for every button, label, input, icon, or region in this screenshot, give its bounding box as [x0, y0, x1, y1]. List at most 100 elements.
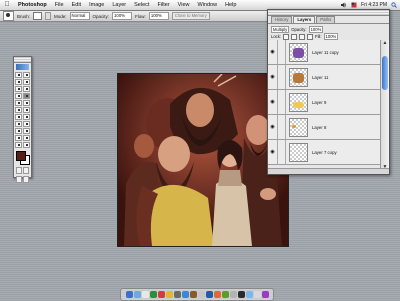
dock-app-icon[interactable] [213, 291, 221, 298]
lock-position-icon[interactable] [299, 33, 306, 40]
link-slot[interactable] [278, 115, 286, 139]
layer-row[interactable]: ◉ Layer 11 copy [268, 40, 382, 65]
brush-preset-swatch[interactable] [33, 12, 43, 20]
foreground-color-swatch[interactable] [16, 151, 26, 161]
blend-mode-select[interactable]: Multiply [271, 26, 290, 33]
healing-brush-tool-icon[interactable] [15, 93, 22, 99]
dock-app-icon[interactable] [165, 291, 173, 298]
menu-app[interactable]: Photoshop [14, 0, 51, 10]
marquee-tool-icon[interactable] [15, 72, 22, 78]
dock-app-icon[interactable] [245, 291, 253, 298]
jump-to-imageready-icon[interactable] [23, 176, 29, 183]
opacity-field[interactable]: 100% [112, 12, 133, 20]
tab-paths[interactable]: Paths [316, 16, 336, 23]
layer-row[interactable]: ◉ Layer 9 [268, 90, 382, 115]
type-tool-icon[interactable] [23, 121, 30, 127]
layer-name[interactable]: Layer 9 [312, 100, 326, 105]
menu-view[interactable]: View [174, 0, 194, 10]
visibility-eye-icon[interactable]: ◉ [268, 90, 278, 114]
lock-all-icon[interactable] [307, 33, 314, 40]
screen-mode-icon[interactable] [16, 176, 22, 183]
scroll-up-icon[interactable]: ▲ [382, 40, 388, 46]
fill-field[interactable]: 100% [323, 33, 339, 40]
adobe-online-icon[interactable] [16, 64, 29, 70]
dodge-tool-icon[interactable] [23, 114, 30, 120]
lasso-tool-icon[interactable] [15, 79, 22, 85]
dock-app-icon[interactable] [173, 291, 181, 298]
dock-app-icon[interactable] [181, 291, 189, 298]
layer-name[interactable]: Layer 11 copy [312, 50, 339, 55]
menu-filter[interactable]: Filter [153, 0, 173, 10]
dock-app-icon[interactable] [253, 291, 261, 298]
menu-help[interactable]: Help [221, 0, 240, 10]
eraser-tool-icon[interactable] [15, 107, 22, 113]
dock-app-icon[interactable] [125, 291, 133, 298]
brush-dropdown[interactable] [45, 12, 52, 20]
flag-icon[interactable] [351, 2, 357, 8]
scrollbar-thumb[interactable] [382, 56, 388, 90]
path-selection-tool-icon[interactable] [15, 121, 22, 127]
dock-app-icon[interactable] [229, 291, 237, 298]
history-brush-tool-icon[interactable] [23, 100, 30, 106]
lock-transparency-icon[interactable] [283, 33, 290, 40]
standard-mode-icon[interactable] [16, 167, 22, 174]
gradient-tool-icon[interactable] [23, 107, 30, 113]
tool-preset-picker[interactable] [3, 11, 14, 21]
menu-image[interactable]: Image [85, 0, 108, 10]
eyedropper-tool-icon[interactable] [23, 135, 30, 141]
dock-app-icon[interactable] [189, 291, 197, 298]
volume-icon[interactable] [341, 2, 347, 8]
apple-menu-icon[interactable]:  [0, 0, 14, 10]
tab-layers[interactable]: Layers [293, 16, 316, 23]
crop-tool-icon[interactable] [15, 86, 22, 92]
visibility-eye-icon[interactable]: ◉ [268, 40, 278, 64]
pen-tool-icon[interactable] [15, 128, 22, 134]
clone-to-memory-button[interactable]: Clone to Memory [171, 12, 210, 20]
visibility-eye-icon[interactable]: ◉ [268, 140, 278, 164]
layer-name[interactable]: Layer 7 copy [312, 150, 337, 155]
dock-app-icon[interactable] [133, 291, 141, 298]
notes-tool-icon[interactable] [15, 135, 22, 141]
link-slot[interactable] [278, 90, 286, 114]
slice-tool-icon[interactable] [23, 86, 30, 92]
menu-file[interactable]: File [51, 0, 68, 10]
quick-mask-icon[interactable] [23, 167, 29, 174]
layer-row[interactable]: ◉ Layer 8 [268, 115, 382, 140]
brush-tool-icon[interactable] [23, 93, 30, 99]
layers-scrollbar[interactable]: ▲ ▼ [380, 40, 389, 170]
dock-app-icon[interactable] [261, 291, 269, 298]
menu-layer[interactable]: Layer [108, 0, 130, 10]
dock-app-icon[interactable] [197, 291, 205, 298]
menu-select[interactable]: Select [130, 0, 153, 10]
dock-app-icon[interactable] [221, 291, 229, 298]
menu-window[interactable]: Window [194, 0, 222, 10]
blur-tool-icon[interactable] [15, 114, 22, 120]
lock-image-icon[interactable] [291, 33, 298, 40]
magic-wand-tool-icon[interactable] [23, 79, 30, 85]
layer-row[interactable]: ◉ Layer 11 [268, 65, 382, 90]
flow-field[interactable]: 100% [148, 12, 169, 20]
dock-app-icon[interactable] [141, 291, 149, 298]
layer-opacity-field[interactable]: 100% [308, 26, 324, 33]
tab-history[interactable]: History [271, 16, 293, 23]
move-tool-icon[interactable] [23, 72, 30, 78]
spotlight-icon[interactable] [391, 2, 397, 8]
hand-tool-icon[interactable] [15, 142, 22, 148]
layer-name[interactable]: Layer 8 [312, 125, 326, 130]
link-slot[interactable] [278, 140, 286, 164]
shape-tool-icon[interactable] [23, 128, 30, 134]
visibility-eye-icon[interactable]: ◉ [268, 115, 278, 139]
zoom-tool-icon[interactable] [23, 142, 30, 148]
menu-edit[interactable]: Edit [68, 0, 85, 10]
mode-select[interactable]: Normal [69, 12, 90, 20]
clock[interactable]: Fri 4:23 PM [361, 2, 387, 8]
toolbox-titlebar[interactable] [14, 57, 31, 63]
visibility-eye-icon[interactable]: ◉ [268, 65, 278, 89]
layer-name[interactable]: Layer 11 [312, 75, 328, 80]
dock-app-icon[interactable] [157, 291, 165, 298]
layer-row[interactable]: ◉ Layer 7 copy [268, 140, 382, 165]
dock-app-icon[interactable] [205, 291, 213, 298]
dock-app-icon[interactable] [149, 291, 157, 298]
clone-stamp-tool-icon[interactable] [15, 100, 22, 106]
document-canvas[interactable] [118, 74, 288, 246]
